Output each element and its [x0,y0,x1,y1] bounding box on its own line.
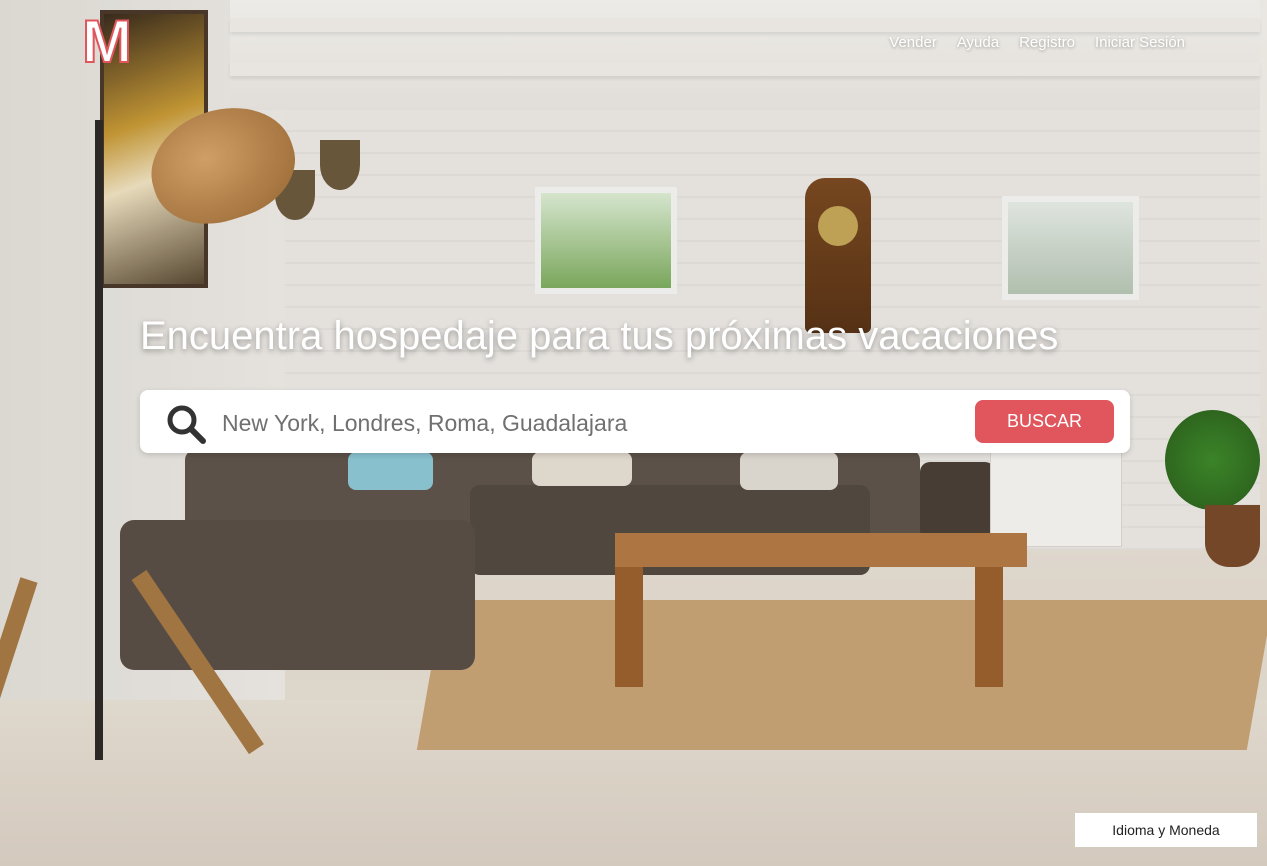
search-bar: BUSCAR [140,390,1130,453]
nav-link-vender[interactable]: Vender [889,34,937,51]
search-button[interactable]: BUSCAR [975,400,1114,443]
nav-link-ayuda[interactable]: Ayuda [957,34,999,51]
search-input[interactable] [220,403,944,443]
search-icon [167,405,206,444]
hero-headline: Encuentra hospedaje para tus próximas va… [140,314,1059,358]
top-nav: Vender Ayuda Registro Iniciar Sesión [889,34,1185,51]
brand-logo[interactable]: M [81,11,133,73]
nav-link-iniciar-sesion[interactable]: Iniciar Sesión [1095,34,1185,51]
nav-link-registro[interactable]: Registro [1019,34,1075,51]
language-currency-button[interactable]: Idioma y Moneda [1075,813,1257,847]
